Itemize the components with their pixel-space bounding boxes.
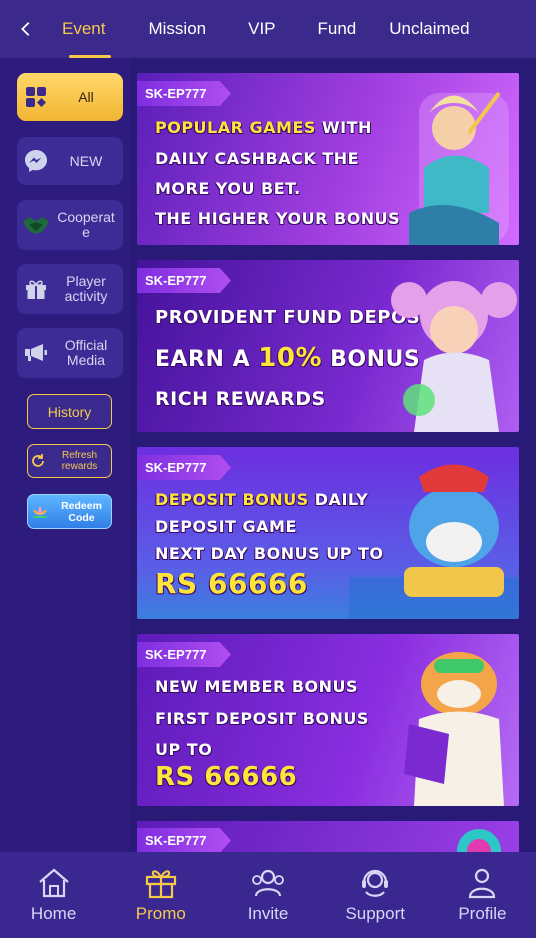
- category-sidebar: All NEW Cooperate Player activity Offici…: [0, 58, 130, 852]
- nav-promo-label: Promo: [135, 904, 186, 923]
- chevron-left-icon: [21, 22, 30, 36]
- people-icon: [252, 869, 284, 897]
- back-button[interactable]: [0, 0, 52, 58]
- banner-line: RS 66666: [155, 762, 298, 792]
- banner-line: NEW MEMBER BONUS: [155, 677, 359, 696]
- redeem-label: Redeem Code: [61, 499, 102, 524]
- girl-character-illustration: [391, 281, 517, 432]
- nav-home[interactable]: Home: [0, 852, 107, 938]
- gift-icon: [145, 870, 176, 899]
- banner-line: DAILY CASHBACK THE: [155, 149, 360, 168]
- nav-profile[interactable]: Profile: [429, 852, 536, 938]
- megaphone-icon: [17, 341, 55, 365]
- banner-line: FIRST DEPOSIT BONUS: [155, 709, 369, 728]
- nav-home-label: Home: [30, 904, 77, 923]
- nav-support[interactable]: Support: [322, 852, 429, 938]
- sidebar-item-official-media[interactable]: Official Media: [17, 328, 123, 378]
- banner-tag: SK-EP777: [137, 828, 231, 853]
- history-button[interactable]: History: [27, 394, 112, 429]
- sidebar-item-label: All: [78, 88, 94, 105]
- banner-tag: SK-EP777: [137, 81, 231, 106]
- sidebar-item-all[interactable]: All: [17, 73, 123, 121]
- promo-banner-popular-games[interactable]: SK-EP777 POPULAR GAMES WITH DAILY CASHBA…: [137, 73, 519, 245]
- banner-line: DEPOSIT GAME: [155, 517, 297, 536]
- bottom-navigation: Home Promo Invite Support Profile: [0, 852, 536, 938]
- nav-invite[interactable]: Invite: [214, 852, 321, 938]
- tab-mission[interactable]: Mission: [127, 0, 227, 58]
- banner-line: MORE YOU BET.: [155, 179, 301, 198]
- nav-support-label: Support: [345, 904, 405, 923]
- gift-icon: [17, 276, 55, 302]
- tiger-character-illustration: [404, 652, 504, 806]
- banner-line: RICH REWARDS: [155, 388, 326, 410]
- sidebar-item-cooperate[interactable]: Cooperate: [17, 200, 123, 250]
- banner-tag: SK-EP777: [137, 455, 231, 480]
- banner-tag: SK-EP777: [137, 642, 231, 667]
- banner-line: UP TO: [155, 740, 213, 759]
- sidebar-item-label: Official Media: [64, 337, 108, 368]
- sidebar-item-label: Player activity: [64, 273, 108, 304]
- sidebar-item-label: NEW: [69, 152, 103, 169]
- tab-unclaimed[interactable]: Unclaimed: [377, 0, 481, 58]
- nav-promo[interactable]: Promo: [107, 852, 214, 938]
- nav-profile-label: Profile: [458, 904, 507, 923]
- history-label: History: [47, 403, 92, 420]
- banner-line: RS 66666: [155, 567, 308, 600]
- sidebar-item-new[interactable]: NEW: [17, 137, 123, 185]
- home-icon: [38, 868, 69, 898]
- mermaid-queen-illustration: [409, 91, 509, 245]
- refresh-icon: [28, 453, 48, 469]
- grid-icon: [17, 85, 55, 109]
- top-navigation: Event Mission VIP Fund Unclaimed: [0, 0, 536, 58]
- user-icon: [469, 868, 496, 899]
- banner-line: POPULAR GAMES WITH: [155, 118, 372, 137]
- tab-event[interactable]: Event: [52, 0, 127, 58]
- tab-bar: Event Mission VIP Fund Unclaimed: [52, 0, 536, 58]
- headset-icon: [362, 869, 389, 897]
- promo-banner-provident-fund[interactable]: SK-EP777 PROVIDENT FUND DEPOSIT EARN A 1…: [137, 260, 519, 432]
- redeem-code-button[interactable]: Redeem Code: [27, 494, 112, 529]
- banner-line: DEPOSIT BONUS DAILY: [155, 490, 369, 509]
- refresh-label: Refresh rewards: [61, 450, 98, 472]
- banner-tag: SK-EP777: [137, 268, 231, 293]
- nav-invite-label: Invite: [247, 904, 289, 923]
- lotus-icon: [28, 504, 52, 520]
- tab-fund[interactable]: Fund: [297, 0, 378, 58]
- promo-banner-new-member[interactable]: SK-EP777 NEW MEMBER BONUS FIRST DEPOSIT …: [137, 634, 519, 806]
- messenger-icon: [17, 148, 55, 174]
- shark-character-illustration: [349, 464, 519, 619]
- refresh-rewards-button[interactable]: Refresh rewards: [27, 444, 112, 478]
- sidebar-item-player-activity[interactable]: Player activity: [17, 264, 123, 314]
- promo-banner-deposit-bonus[interactable]: SK-EP777 DEPOSIT BONUS DAILY DEPOSIT GAM…: [137, 447, 519, 619]
- tab-vip[interactable]: VIP: [227, 0, 296, 58]
- handshake-icon: [17, 214, 55, 236]
- sidebar-item-label: Cooperate: [57, 209, 115, 240]
